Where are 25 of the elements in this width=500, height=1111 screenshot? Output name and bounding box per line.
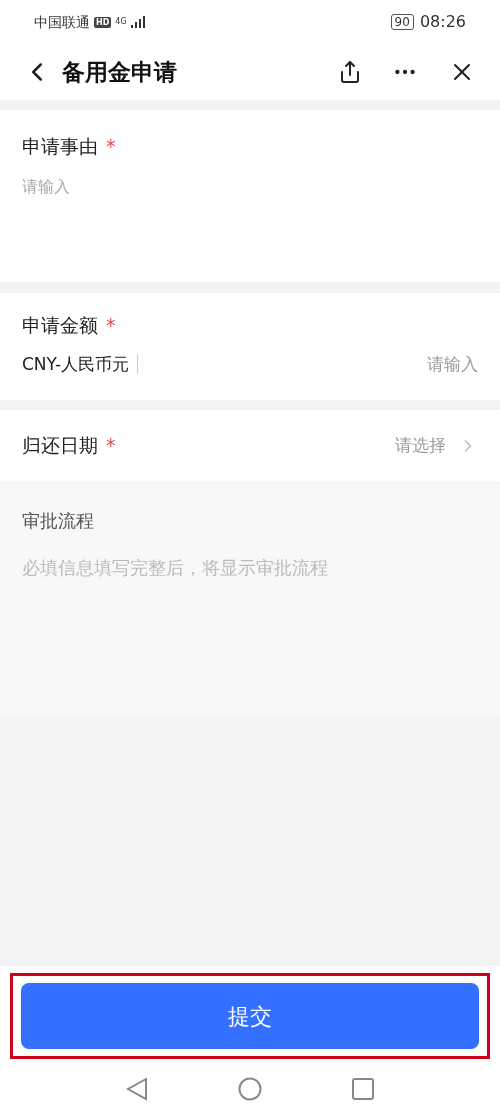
carrier-name: 中国联通 xyxy=(34,12,90,32)
recents-nav-icon[interactable] xyxy=(352,1077,374,1100)
share-icon[interactable] xyxy=(338,60,362,84)
submit-button[interactable]: 提交 xyxy=(21,983,479,1049)
reason-input-card[interactable]: 申请事由 * 请输入 xyxy=(0,110,500,282)
page-title: 备用金申请 xyxy=(62,57,177,87)
required-mark: * xyxy=(106,313,116,338)
battery-level: 90 xyxy=(390,14,414,30)
field-label: 申请金额 xyxy=(22,313,98,338)
back-nav-icon[interactable] xyxy=(126,1076,148,1101)
currency-label[interactable]: CNY-人民币元 xyxy=(22,351,130,377)
approval-hint: 必填信息填写完整后，将显示审批流程 xyxy=(22,556,329,580)
home-nav-icon[interactable] xyxy=(238,1076,262,1101)
required-mark: * xyxy=(106,134,116,159)
amount-field[interactable]: 请输入 xyxy=(278,351,478,377)
clock: 08:26 xyxy=(419,11,466,33)
network-type: 4G xyxy=(115,18,127,26)
required-mark: * xyxy=(106,433,116,459)
approval-title: 审批流程 xyxy=(22,509,95,533)
signal-icon xyxy=(130,16,145,28)
field-label: 归还日期 xyxy=(22,433,98,459)
date-placeholder: 请选择 xyxy=(395,433,446,457)
date-picker-row[interactable]: 归还日期 * 请选择 xyxy=(0,410,500,481)
hd-badge: HD xyxy=(94,16,112,28)
field-label: 申请事由 xyxy=(22,134,98,159)
